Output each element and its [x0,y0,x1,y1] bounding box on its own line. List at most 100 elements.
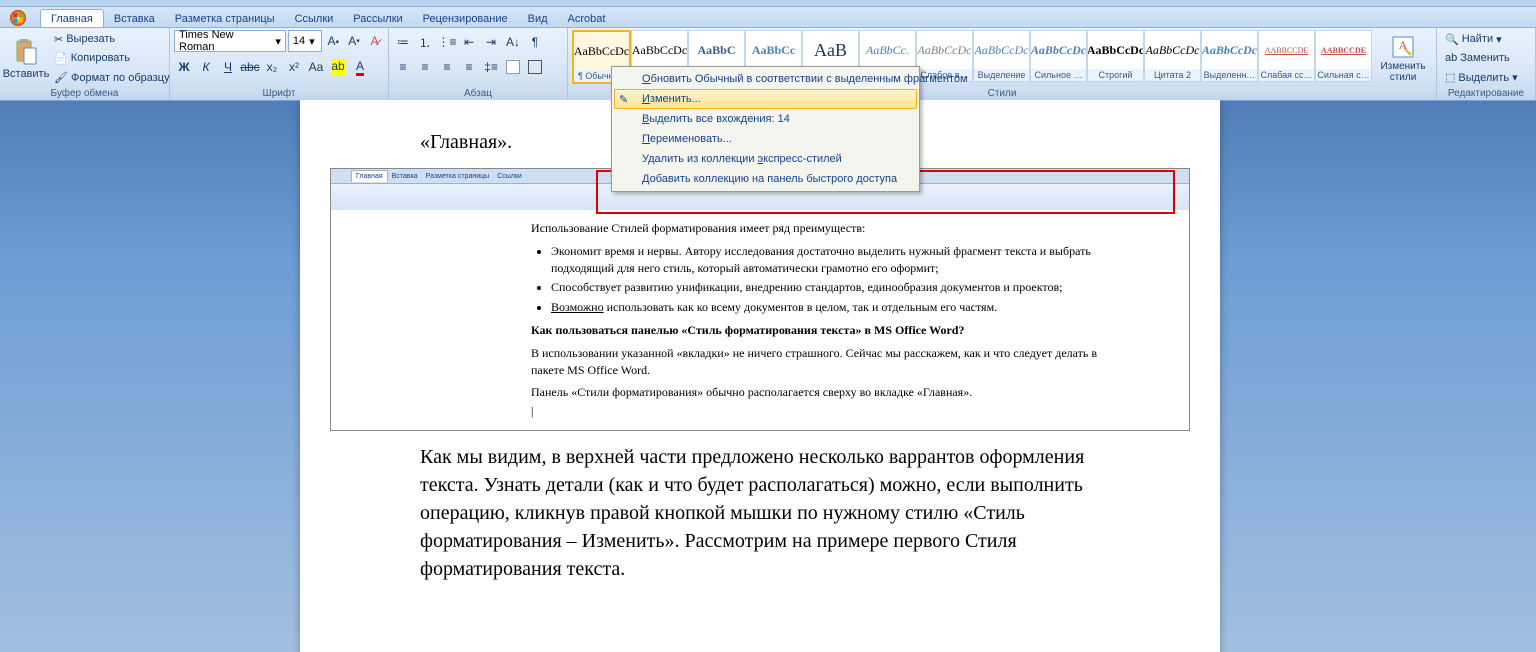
sort-icon: A↓ [506,35,520,49]
align-center-button[interactable]: ≡ [415,57,435,77]
context-menu-item-1[interactable]: Изменить...✎ [614,89,917,109]
copy-button[interactable]: 📄Копировать [50,51,174,66]
style-item-7[interactable]: AaBbCcDcВыделение [973,30,1030,82]
group-clipboard: Вставить ✂Вырезать 📄Копировать 🖌Формат п… [0,28,170,100]
paste-button[interactable]: Вставить [4,30,48,87]
find-icon: 🔍 [1445,33,1459,46]
grow-font-button[interactable]: A▴ [324,31,343,51]
modify-icon: ✎ [619,93,635,109]
style-item-9[interactable]: AaBbCcDcСтрогий [1087,30,1144,82]
group-editing: 🔍Найти▾ abЗаменить ⬚Выделить▾ Редактиров… [1437,28,1536,100]
multilevel-icon: ⋮≡ [438,35,457,49]
style-item-10[interactable]: AaBbCcDcЦитата 2 [1144,30,1201,82]
eraser-icon: A̷ [371,34,379,48]
shading-button[interactable] [503,57,523,77]
context-menu-item-3[interactable]: Переименовать... [614,129,917,149]
font-color-icon: A [356,59,364,76]
tab-insert[interactable]: Вставка [104,10,165,27]
style-item-11[interactable]: AaBbCcDcВыделенн… [1201,30,1258,82]
align-center-icon: ≡ [421,60,428,74]
clear-format-button[interactable]: A̷ [365,31,384,51]
embed-tab-layout: Разметка страницы [422,171,494,182]
style-item-8[interactable]: AaBbCcDcСильное … [1030,30,1087,82]
tab-acrobat[interactable]: Acrobat [558,10,616,27]
style-context-menu: Обновить Обычный в соответствии с выделе… [611,66,920,192]
chevron-down-icon: ▾ [1496,33,1502,46]
italic-button[interactable]: К [196,57,216,77]
font-color-button[interactable]: A [350,57,370,77]
align-right-icon: ≡ [443,60,450,74]
context-menu-item-4[interactable]: Удалить из коллекции экспресс-стилей [614,149,917,169]
change-case-button[interactable]: Aa [306,57,326,77]
align-left-button[interactable]: ≡ [393,57,413,77]
embedded-screenshot: Главная Вставка Разметка страницы Ссылки… [330,168,1190,431]
align-left-icon: ≡ [399,60,406,74]
group-clipboard-label: Буфер обмена [0,87,169,100]
office-button[interactable] [4,9,32,27]
superscript-button[interactable]: x² [284,57,304,77]
copy-icon: 📄 [54,52,68,65]
context-menu-item-5[interactable]: Добавить коллекцию на панель быстрого до… [614,169,917,189]
group-paragraph: ≔ ⒈ ⋮≡ ⇤ ⇥ A↓ ¶ ≡ ≡ ≡ ≡ ‡≡ Абзац [389,28,568,100]
format-painter-button[interactable]: 🖌Формат по образцу [50,70,174,85]
style-item-13[interactable]: AABBCCDEСильная с… [1315,30,1372,82]
numbering-button[interactable]: ⒈ [415,32,435,52]
sort-button[interactable]: A↓ [503,32,523,52]
cut-button[interactable]: ✂Вырезать [50,32,174,47]
chevron-down-icon: ▾ [1512,71,1518,84]
numbering-icon: ⒈ [419,34,431,51]
increase-indent-button[interactable]: ⇥ [481,32,501,52]
bold-button[interactable]: Ж [174,57,194,77]
shrink-font-button[interactable]: A▾ [345,31,364,51]
brush-icon: 🖌 [54,71,68,84]
tab-review[interactable]: Рецензирование [413,10,518,27]
embed-tab-refs: Ссылки [493,171,526,182]
font-name-combo[interactable]: Times New Roman▾ [174,30,286,52]
context-menu-item-0[interactable]: Обновить Обычный в соответствии с выделе… [614,69,917,89]
show-marks-button[interactable]: ¶ [525,32,545,52]
strike-button[interactable]: abc [240,57,260,77]
group-para-label: Абзац [389,87,567,100]
line-spacing-button[interactable]: ‡≡ [481,57,501,77]
line-spacing-icon: ‡≡ [484,60,498,74]
embed-p3: В использовании указанной «вкладки» не н… [531,345,1109,379]
font-size-combo[interactable]: 14▾ [288,30,322,52]
bullets-button[interactable]: ≔ [393,32,413,52]
ribbon-tabs: Главная Вставка Разметка страницы Ссылки… [0,7,1536,28]
justify-icon: ≡ [465,60,472,74]
borders-button[interactable] [525,57,545,77]
style-item-12[interactable]: AABBCCDEСлабая сс… [1258,30,1315,82]
tab-view[interactable]: Вид [518,10,558,27]
context-menu-item-2[interactable]: Выделить все вхождения: 14 [614,109,917,129]
change-styles-label: Изменить стили [1378,61,1428,83]
change-styles-button[interactable]: A Изменить стили [1374,30,1432,87]
select-button[interactable]: ⬚Выделить▾ [1441,70,1522,85]
chevron-down-icon: ▾ [275,35,281,48]
tab-mailings[interactable]: Рассылки [343,10,412,27]
tab-home[interactable]: Главная [40,9,104,27]
embed-li3: Возможно использовать как ко всему докум… [551,299,1109,316]
find-button[interactable]: 🔍Найти▾ [1441,32,1522,47]
group-editing-label: Редактирование [1437,87,1535,100]
highlight-icon: ab [331,59,344,76]
indent-icon: ⇥ [486,35,496,49]
subscript-button[interactable]: x₂ [262,57,282,77]
underline-button[interactable]: Ч [218,57,238,77]
justify-button[interactable]: ≡ [459,57,479,77]
embed-li2: Способствует развитию унификации, внедре… [551,279,1109,296]
multilevel-button[interactable]: ⋮≡ [437,32,457,52]
outdent-icon: ⇤ [464,35,474,49]
replace-icon: ab [1445,52,1457,64]
select-icon: ⬚ [1445,71,1455,84]
tab-page-layout[interactable]: Разметка страницы [165,10,285,27]
embed-tab-insert: Вставка [388,171,422,182]
embed-tab-home: Главная [351,170,388,182]
align-right-button[interactable]: ≡ [437,57,457,77]
highlight-button[interactable]: ab [328,57,348,77]
decrease-indent-button[interactable]: ⇤ [459,32,479,52]
tab-references[interactable]: Ссылки [285,10,344,27]
scissors-icon: ✂ [54,33,63,46]
window-titlebar [0,0,1536,7]
shading-icon [506,60,520,74]
replace-button[interactable]: abЗаменить [1441,51,1522,65]
